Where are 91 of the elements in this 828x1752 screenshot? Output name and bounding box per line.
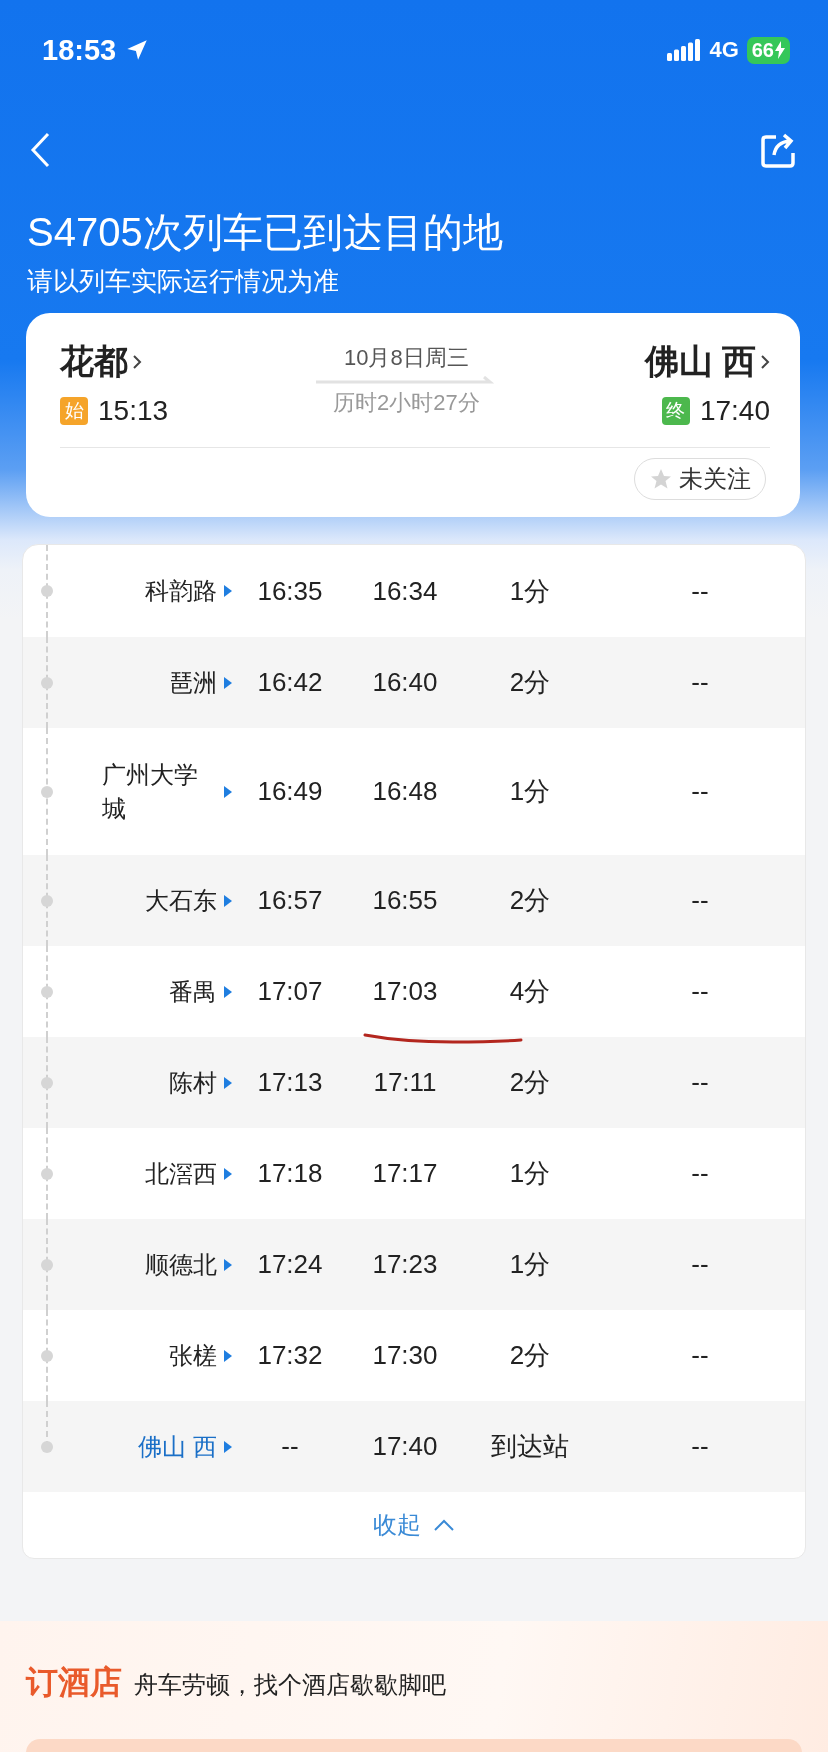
station-badge: 始 [60,397,88,426]
table-cell-text: -- [690,1158,710,1190]
table-cell-text: 1分 [508,1248,552,1282]
table-cell-text: 17:40 [371,1431,439,1463]
table-cell-text: 2分 [508,1339,552,1373]
caret-icon [223,984,233,999]
table-cell-text: 16:42 [256,667,324,699]
table-cell-text: -- [690,1249,710,1281]
table-cell-text: 1分 [508,775,552,809]
battery-percentage: 66 [751,38,774,62]
hotel-tagline: 舟车劳顿，找个酒店歇歇脚吧 [134,1670,446,1701]
caret-icon [223,1257,233,1272]
caret-icon [223,675,233,690]
table-cell-text: 17:13 [256,1067,324,1099]
table-cell-text: 17:32 [256,1340,324,1372]
collapse-button[interactable]: 收起 [365,1505,463,1546]
timeline-dot [41,785,53,798]
travel-duration: 历时2小时27分 [332,389,480,418]
table-cell-text: 17:23 [371,1249,439,1281]
station-name[interactable]: 佛山 西 [138,1429,217,1464]
table-cell-text: -- [690,575,710,607]
timeline-dot [41,1440,53,1453]
timeline-dot [41,585,53,598]
table-cell-text: 16:34 [371,575,439,607]
station-name[interactable]: 大石东 [145,883,217,918]
table-cell-text: 17:18 [256,1158,324,1190]
table-cell-text: -- [690,885,710,917]
caret-icon [223,584,233,599]
caret-icon [223,1166,233,1181]
table-cell-text: 2分 [508,1066,552,1100]
train-time: 17:40 [699,395,770,428]
table-cell-text: 到达站 [490,1430,570,1464]
station-name[interactable]: 张槎 [169,1338,217,1373]
train-time: 15:13 [98,395,169,428]
follow-button[interactable]: 未关注 [634,458,766,501]
table-cell-text: -- [690,976,710,1008]
table-cell-text: -- [690,1340,710,1372]
station-name[interactable]: 科韵路 [145,574,217,608]
timeline-dot [41,1349,53,1362]
table-cell-text: -- [690,1431,710,1463]
caret-icon [223,1348,233,1363]
timeline-dot [41,676,53,689]
table-cell-text: 16:55 [371,885,439,917]
table-cell-text: -- [690,1067,710,1099]
table-cell-text: 2分 [508,884,552,918]
table-cell-text: -- [280,1431,300,1463]
table-cell-text: 16:49 [256,776,324,808]
table-cell-text: 16:35 [256,575,324,607]
table-cell-text: 1分 [508,1157,552,1191]
table-cell-text: 4分 [508,975,552,1009]
table-cell-text: 16:57 [256,885,324,917]
station-name[interactable]: 北滘西 [145,1156,217,1191]
station-name[interactable]: 佛山 西 [644,339,756,386]
table-cell-text: 1分 [508,574,552,608]
caret-icon [223,1075,233,1090]
station-name[interactable]: 花都 [60,339,128,386]
station-name[interactable]: 番禺 [169,974,217,1009]
station-name[interactable]: 广州大学城 [102,758,217,826]
station-name[interactable]: 陈村 [169,1065,217,1100]
page-subtitle: 请以列车实际运行情况为准 [27,266,340,298]
page-title: S4705次列车已到达目的地 [27,209,504,256]
table-cell-text: 17:11 [372,1067,438,1099]
network-type: 4G [709,37,739,63]
table-cell-text: 16:48 [371,776,439,808]
charging-icon [775,41,785,59]
timeline-dot [41,894,53,907]
caret-up-icon [433,1518,455,1533]
table-cell-text: -- [690,776,710,808]
timeline-dot [41,1258,53,1271]
caret-icon [223,893,233,908]
station-name[interactable]: 琶洲 [169,665,217,700]
share-icon[interactable] [760,131,798,169]
caret-icon [223,784,233,799]
table-cell-text: 17:24 [256,1249,324,1281]
table-cell-text: 17:07 [256,976,324,1008]
table-cell-text: 16:40 [371,667,439,699]
table-cell-text: 2分 [508,666,552,700]
table-cell-text: 17:03 [371,976,439,1008]
station-name[interactable]: 顺德北 [145,1247,217,1282]
table-cell-text: 17:17 [371,1158,439,1190]
timeline-dot [41,1076,53,1089]
clock: 18:53 [42,33,117,67]
table-cell-text: -- [690,667,710,699]
travel-date: 10月8日周三 [343,344,469,373]
station-badge: 终 [661,397,690,426]
timeline-dot [41,985,53,998]
table-cell-text: 17:30 [371,1340,439,1372]
back-icon[interactable] [28,130,52,170]
caret-icon [223,1439,233,1454]
signal-icon [667,39,702,61]
timeline-dot [41,1167,53,1180]
